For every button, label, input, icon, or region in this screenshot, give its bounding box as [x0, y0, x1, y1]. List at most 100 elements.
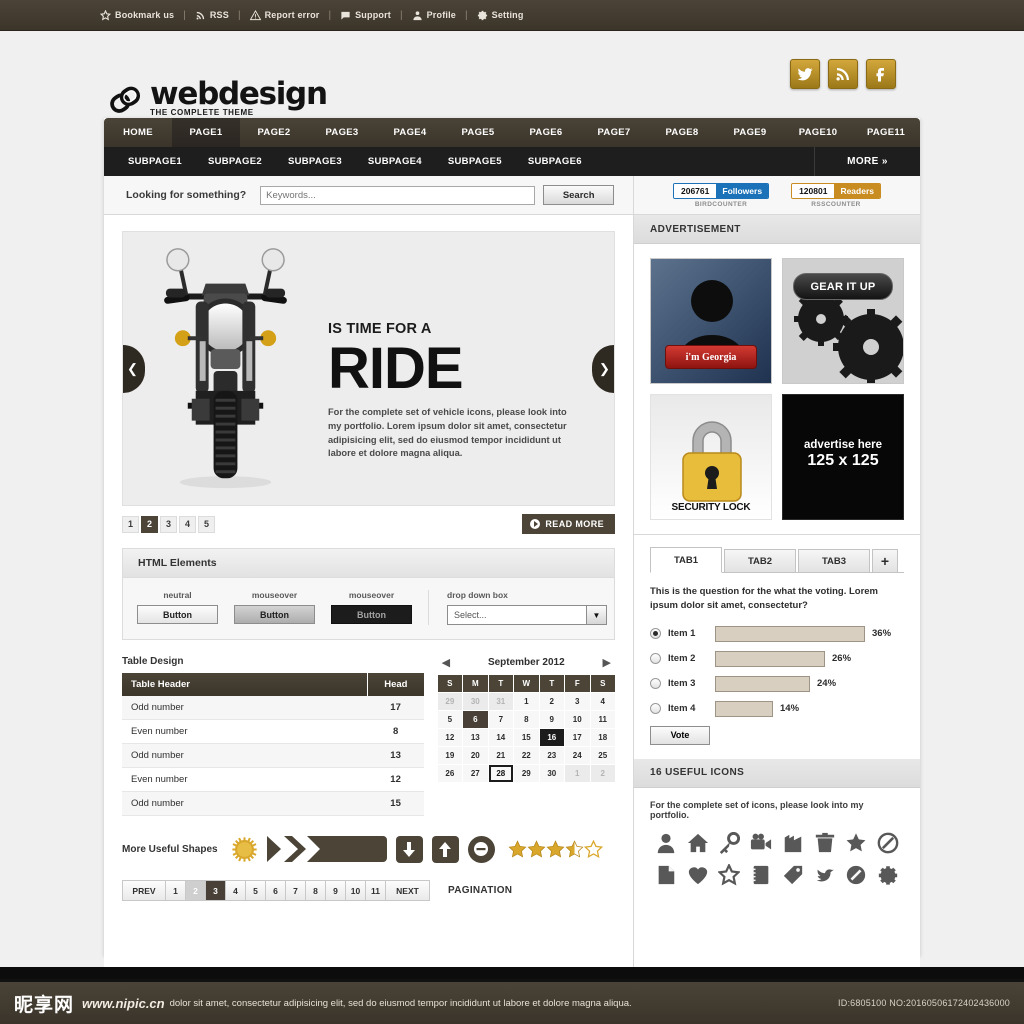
poll-item-1[interactable]: Item 1 36%	[650, 625, 904, 642]
calendar-day-cell[interactable]: 14	[488, 729, 514, 746]
pagination-page-7[interactable]: 7	[286, 881, 306, 900]
calendar-day-cell[interactable]: 6	[463, 711, 488, 728]
star-rating[interactable]	[508, 839, 603, 859]
social-facebook-button[interactable]	[866, 59, 896, 89]
calendar-day-cell[interactable]: 1	[514, 693, 539, 710]
calendar-day-cell[interactable]: 8	[514, 711, 539, 728]
nav-item-page10[interactable]: PAGE10	[784, 118, 852, 147]
ban-icon[interactable]	[845, 864, 867, 886]
calendar-day-cell[interactable]: 20	[463, 747, 488, 764]
calendar-day-cell[interactable]: 4	[590, 693, 615, 710]
topbar-item-bookmark[interactable]: Bookmark us	[100, 9, 174, 21]
calendar-day-cell[interactable]: 11	[590, 711, 615, 728]
ad-advertise-here[interactable]: advertise here 125 x 125	[782, 394, 904, 520]
calendar-day-cell[interactable]: 12	[437, 729, 463, 746]
search-button[interactable]: Search	[543, 185, 615, 205]
slider-dot-5[interactable]: 5	[198, 515, 215, 533]
star-icon[interactable]	[845, 832, 867, 854]
search-input[interactable]	[260, 185, 536, 205]
calendar-day-cell[interactable]: 21	[488, 747, 514, 764]
topbar-item-setting[interactable]: Setting	[477, 10, 524, 21]
ad-gear-it-up[interactable]: GEAR IT UP	[782, 258, 904, 384]
slider-dot-1[interactable]: 1	[122, 515, 139, 533]
chevron-down-icon[interactable]: ▼	[586, 606, 606, 624]
nav-item-page8[interactable]: PAGE8	[648, 118, 716, 147]
calendar-day-cell[interactable]: 25	[590, 747, 615, 764]
dropdown-select[interactable]: Select... ▼	[447, 605, 607, 625]
nav-item-page6[interactable]: PAGE6	[512, 118, 580, 147]
trash-icon[interactable]	[814, 832, 836, 854]
table-row[interactable]: Even number 8	[122, 719, 424, 744]
radio-icon[interactable]	[650, 703, 661, 714]
subnav-item-subpage4[interactable]: SUBPAGE4	[368, 156, 422, 167]
calendar-day-cell[interactable]: 26	[437, 765, 463, 782]
arrow-down-button[interactable]	[395, 835, 423, 863]
nav-item-page7[interactable]: PAGE7	[580, 118, 648, 147]
calendar-day-cell[interactable]: 3	[565, 693, 590, 710]
poll-item-3[interactable]: Item 3 24%	[650, 675, 904, 692]
nav-item-page1[interactable]: PAGE1	[172, 118, 240, 147]
heart-icon[interactable]	[687, 864, 709, 886]
calendar-day-cell[interactable]: 5	[437, 711, 463, 728]
calendar-day-cell[interactable]: 24	[565, 747, 590, 764]
key-icon[interactable]	[718, 831, 741, 854]
tab-add-button[interactable]: +	[872, 549, 898, 572]
demo-button-neutral[interactable]: Button	[137, 605, 218, 624]
pagination-page-3[interactable]: 3	[206, 881, 226, 900]
demo-button-hover[interactable]: Button	[234, 605, 315, 624]
calendar-day-cell[interactable]: 30	[463, 693, 488, 710]
georgia-button[interactable]: i'm Georgia	[665, 345, 757, 369]
pagination-page-9[interactable]: 9	[326, 881, 346, 900]
calendar-day-cell[interactable]: 10	[565, 711, 590, 728]
pagination-next[interactable]: NEXT	[386, 881, 429, 900]
vote-button[interactable]: Vote	[650, 725, 710, 745]
nav-item-page9[interactable]: PAGE9	[716, 118, 784, 147]
radio-icon[interactable]	[650, 678, 661, 689]
calendar-prev-button[interactable]: ◀	[442, 656, 450, 669]
subnav-item-subpage6[interactable]: SUBPAGE6	[528, 156, 582, 167]
tab-tab1[interactable]: TAB1	[650, 547, 722, 573]
table-row[interactable]: Odd number 13	[122, 743, 424, 768]
nav-more-button[interactable]: MORE »	[814, 147, 920, 176]
tab-tab3[interactable]: TAB3	[798, 549, 870, 572]
calendar-day-cell[interactable]: 27	[463, 765, 488, 782]
nav-item-page5[interactable]: PAGE5	[444, 118, 512, 147]
calendar-day-cell[interactable]: 17	[565, 729, 590, 746]
calendar-day-cell[interactable]: 16	[539, 729, 565, 746]
arrow-up-button[interactable]	[431, 835, 459, 863]
page-icon[interactable]	[655, 864, 677, 886]
topbar-item-report-error[interactable]: Report error	[249, 9, 320, 21]
calendar-day-cell[interactable]: 2	[539, 693, 565, 710]
gear-icon[interactable]	[877, 864, 899, 886]
subnav-item-subpage2[interactable]: SUBPAGE2	[208, 156, 262, 167]
rss-counter[interactable]: 120801 Readers RSSCOUNTER	[791, 182, 881, 208]
calendar-day-cell[interactable]: 29	[437, 693, 463, 710]
calendar-day-cell[interactable]: 23	[539, 747, 565, 764]
pagination-page-5[interactable]: 5	[246, 881, 266, 900]
poll-item-2[interactable]: Item 2 26%	[650, 650, 904, 667]
nav-item-page4[interactable]: PAGE4	[376, 118, 444, 147]
calendar-day-cell[interactable]: 13	[463, 729, 488, 746]
subnav-item-subpage3[interactable]: SUBPAGE3	[288, 156, 342, 167]
poll-item-4[interactable]: Item 4 14%	[650, 700, 904, 717]
calendar-day-cell[interactable]: 18	[590, 729, 615, 746]
read-more-button[interactable]: READ MORE	[522, 514, 615, 534]
demo-button-dark[interactable]: Button	[331, 605, 412, 624]
pagination-page-11[interactable]: 11	[366, 881, 386, 900]
slider-dot-4[interactable]: 4	[179, 515, 196, 533]
building-icon[interactable]	[782, 832, 804, 854]
pagination-page-10[interactable]: 10	[346, 881, 366, 900]
bird-counter[interactable]: 206761 Followers BIRDCOUNTER	[673, 182, 770, 208]
minus-circle-button[interactable]	[467, 835, 495, 863]
pagination-page-8[interactable]: 8	[306, 881, 326, 900]
subnav-item-subpage1[interactable]: SUBPAGE1	[128, 156, 182, 167]
calendar-day-cell[interactable]: 15	[514, 729, 539, 746]
topbar-item-profile[interactable]: Profile	[412, 10, 456, 21]
star-outline-icon[interactable]	[718, 863, 741, 886]
topbar-item-rss[interactable]: RSS	[195, 10, 229, 21]
social-rss-button[interactable]	[828, 59, 858, 89]
calendar-day-cell[interactable]: 9	[539, 711, 565, 728]
bird-icon[interactable]	[814, 864, 836, 886]
calendar-day-cell[interactable]: 28	[488, 765, 514, 782]
calendar-day-cell[interactable]: 31	[488, 693, 514, 710]
